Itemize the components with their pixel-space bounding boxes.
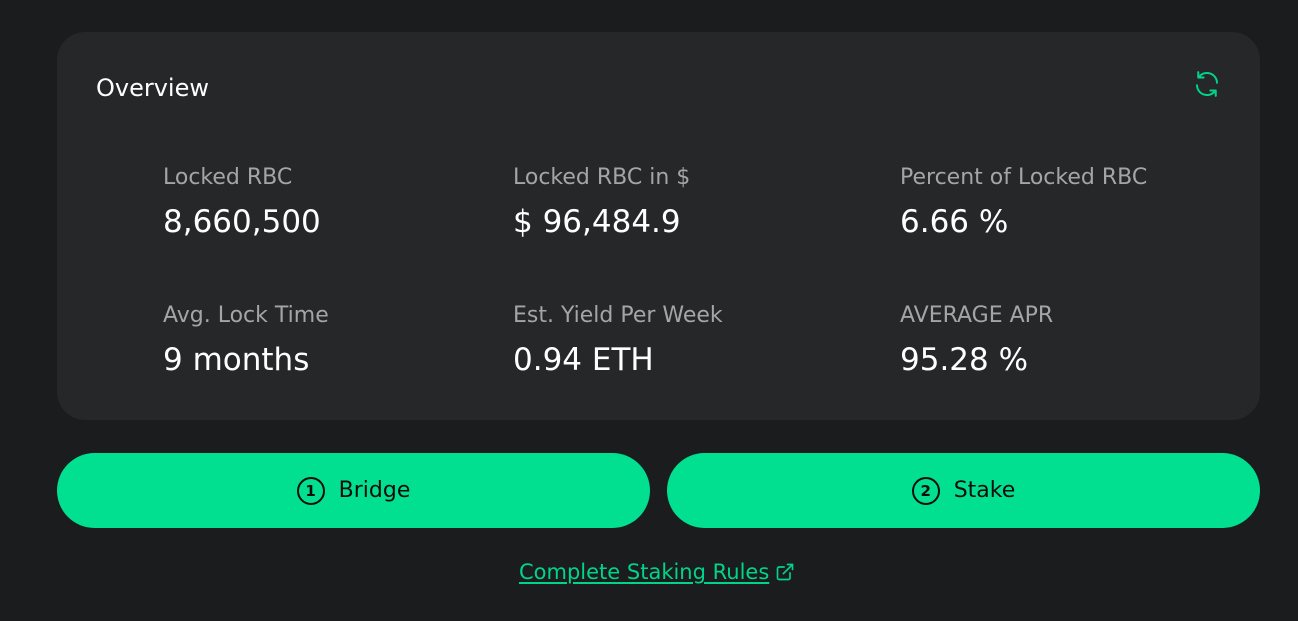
stat-value: 6.66 % — [900, 204, 1009, 240]
stat-value: $ 96,484.9 — [513, 204, 681, 240]
stat-locked-rbc: Locked RBC 8,660,500 — [163, 164, 321, 242]
bridge-button[interactable]: 1 Bridge — [57, 453, 650, 528]
stat-label: Locked RBC in $ — [513, 165, 691, 190]
overview-title: Overview — [96, 74, 209, 102]
stat-yield-per-week: Est. Yield Per Week 0.94 ETH — [513, 302, 723, 380]
stat-label: AVERAGE APR — [900, 303, 1054, 328]
step-1-icon: 1 — [296, 476, 325, 505]
stat-label: Avg. Lock Time — [163, 303, 329, 328]
external-link-icon — [775, 562, 795, 582]
stake-button-label: Stake — [953, 477, 1016, 503]
stat-value: 9 months — [163, 342, 310, 378]
refresh-button[interactable] — [1191, 68, 1223, 100]
stat-label: Percent of Locked RBC — [900, 165, 1148, 190]
stat-average-apr: AVERAGE APR 95.28 % — [900, 302, 1053, 380]
step-2-icon: 2 — [911, 476, 940, 505]
stat-value: 8,660,500 — [163, 204, 321, 240]
bridge-button-label: Bridge — [338, 477, 411, 503]
stat-avg-lock-time: Avg. Lock Time 9 months — [163, 302, 329, 380]
refresh-icon — [1196, 71, 1218, 97]
stat-value: 0.94 ETH — [513, 342, 654, 378]
overview-card: Overview Locked RBC 8,660,500 Locked RBC… — [57, 32, 1260, 420]
stat-value: 95.28 % — [900, 342, 1029, 378]
stat-label: Est. Yield Per Week — [513, 303, 723, 328]
staking-rules-link[interactable]: Complete Staking Rules — [519, 558, 795, 586]
stake-button[interactable]: 2 Stake — [667, 453, 1260, 528]
stat-percent-locked: Percent of Locked RBC 6.66 % — [900, 164, 1147, 242]
stat-label: Locked RBC — [163, 165, 293, 190]
staking-rules-link-label: Complete Staking Rules — [519, 560, 770, 584]
stat-locked-rbc-usd: Locked RBC in $ $ 96,484.9 — [513, 164, 690, 242]
